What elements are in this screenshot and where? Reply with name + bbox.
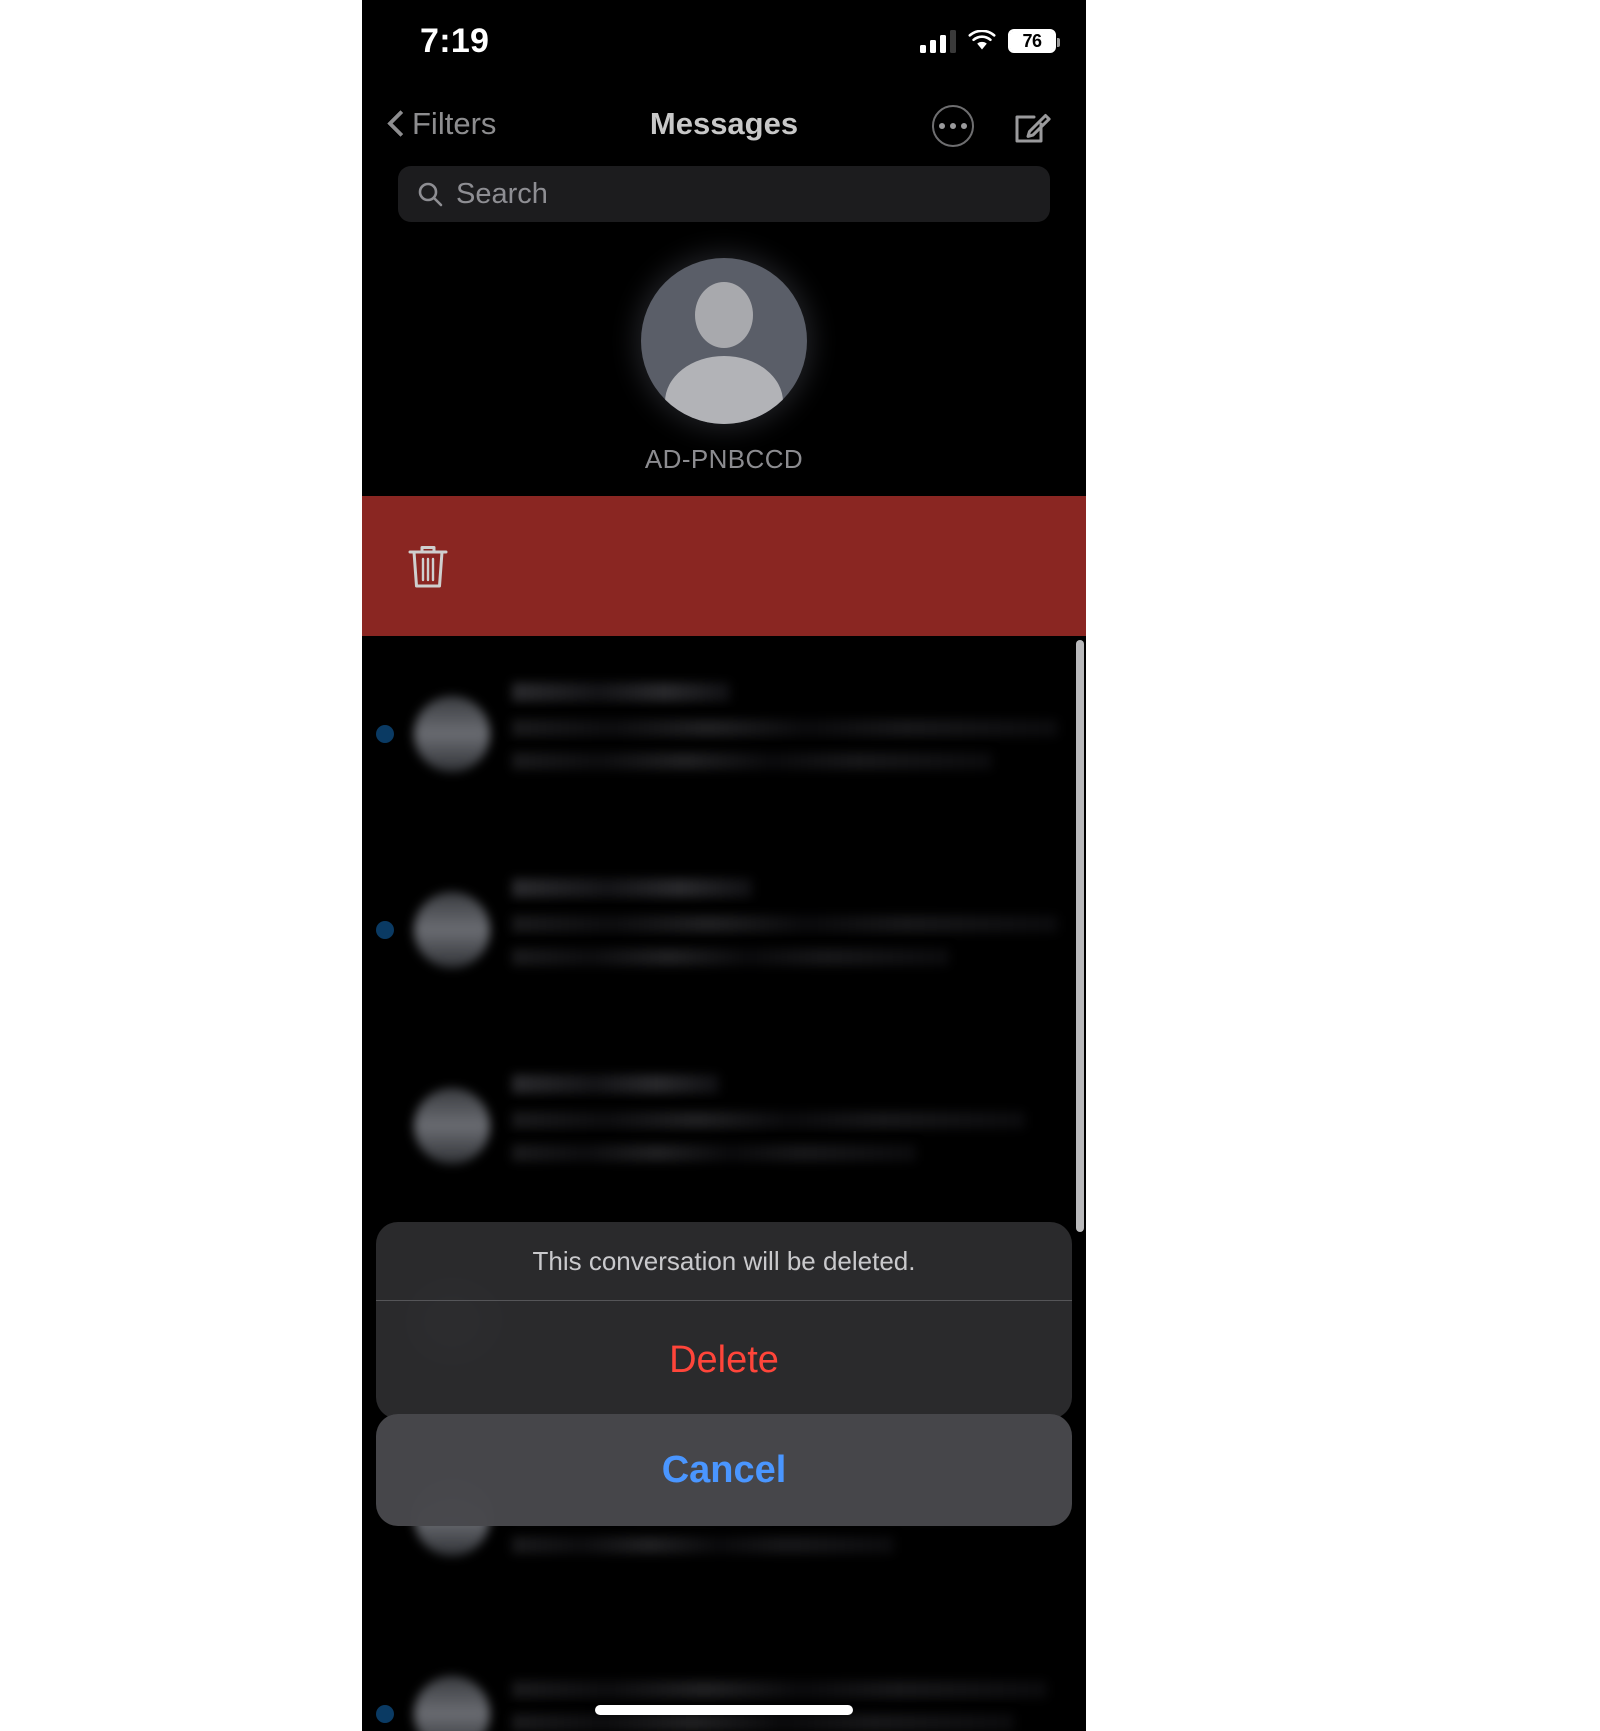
avatar: [414, 1676, 490, 1731]
compose-pencil-icon[interactable]: [1010, 104, 1054, 148]
contact-header: AD-PNBCCD: [362, 258, 1086, 475]
row-preview-line: [512, 1144, 917, 1162]
unread-dot: [376, 921, 394, 939]
person-avatar-icon: [641, 258, 807, 424]
unread-dot: [376, 1705, 394, 1723]
home-indicator[interactable]: [595, 1705, 853, 1715]
battery-percent: 76: [1010, 31, 1054, 51]
row-title: [512, 682, 731, 702]
table-row[interactable]: [362, 832, 1086, 1028]
row-title: [512, 878, 753, 898]
avatar-head: [695, 282, 753, 348]
swipe-delete-action[interactable]: [362, 496, 1086, 636]
delete-button[interactable]: Delete: [376, 1301, 1072, 1419]
search-icon: [418, 182, 443, 207]
cellular-signal-icon: [920, 29, 956, 53]
row-preview-line: [512, 1714, 1015, 1731]
row-preview-line: [512, 1681, 1048, 1698]
unread-dot: [376, 725, 394, 743]
avatar: [414, 1088, 490, 1164]
status-bar: 7:19 76: [362, 0, 1086, 88]
row-content: [512, 878, 1058, 982]
battery-icon: 76: [1008, 29, 1060, 53]
row-preview-line: [512, 1111, 1026, 1129]
row-preview-line: [512, 719, 1058, 737]
status-bar-time: 7:19: [420, 22, 490, 60]
vertical-scrollbar[interactable]: [1076, 640, 1084, 1232]
status-bar-indicators: 76: [920, 22, 1060, 60]
row-preview-line: [512, 752, 993, 770]
row-title: [512, 1074, 720, 1094]
row-content: [512, 682, 1058, 786]
table-row[interactable]: [362, 1028, 1086, 1224]
screenshot-canvas: 7:19 76 Filters Messages Search AD-PNBCC…: [0, 0, 1600, 1731]
trash-icon: [406, 541, 450, 591]
avatar: [414, 892, 490, 968]
contact-name: AD-PNBCCD: [644, 444, 804, 474]
avatar-body: [665, 356, 783, 424]
search-input[interactable]: Search: [398, 166, 1050, 222]
page-title: Messages: [649, 106, 799, 141]
search-placeholder: Search: [456, 177, 548, 210]
delete-confirmation-sheet: This conversation will be deleted. Delet…: [376, 1222, 1072, 1419]
sheet-message: This conversation will be deleted.: [532, 1245, 916, 1276]
conversation-list[interactable]: [362, 636, 1086, 1731]
cancel-button[interactable]: Cancel: [376, 1414, 1072, 1526]
table-row[interactable]: [362, 636, 1086, 832]
row-preview-line: [512, 948, 949, 966]
phone-screen: 7:19 76 Filters Messages Search AD-PNBCC…: [362, 0, 1086, 1731]
wifi-icon: [968, 30, 996, 52]
more-ellipsis-icon[interactable]: [932, 105, 974, 147]
row-content: [512, 1074, 1058, 1178]
navigation-bar: Filters Messages: [362, 96, 1086, 152]
row-preview-line: [512, 915, 1058, 933]
row-preview-line: [512, 1536, 895, 1554]
avatar: [414, 696, 490, 772]
